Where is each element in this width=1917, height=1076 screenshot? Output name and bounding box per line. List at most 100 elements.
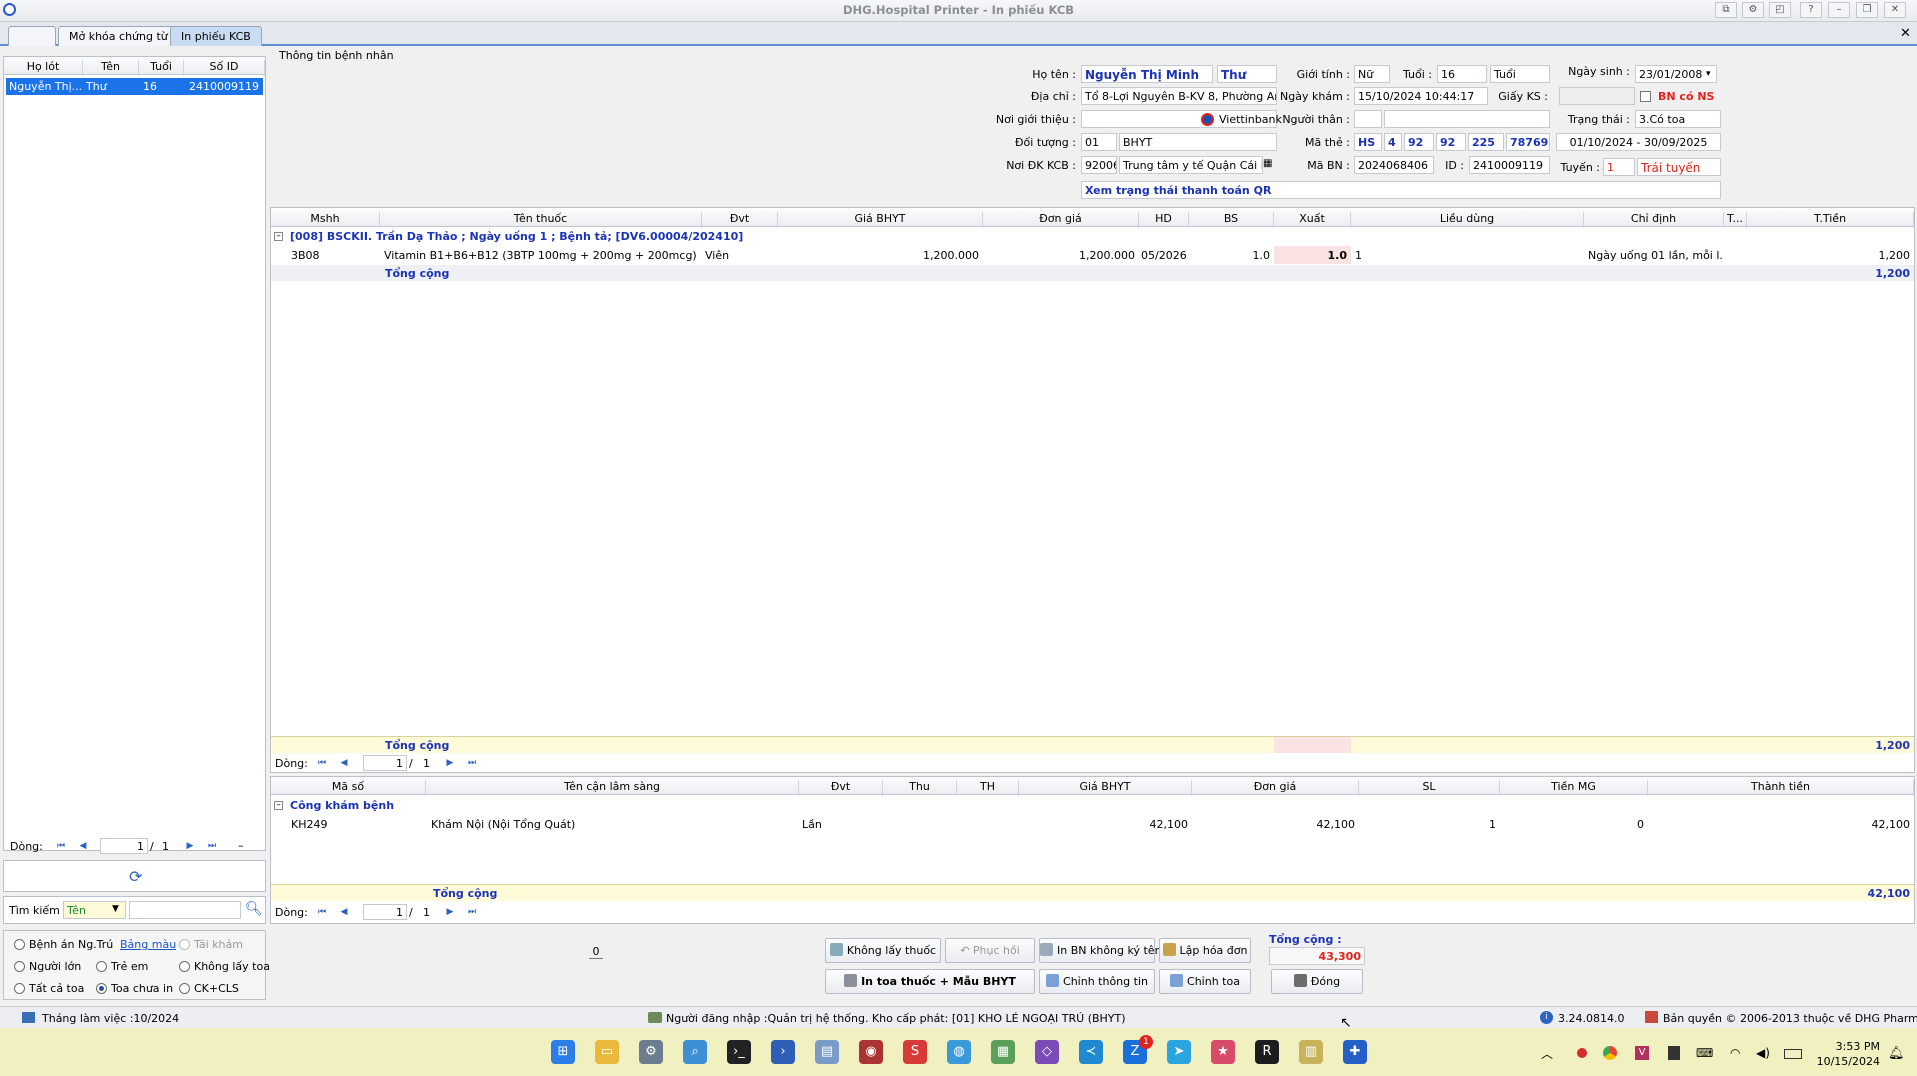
ma-the-2[interactable]: 4 xyxy=(1384,133,1402,151)
tuoi-field[interactable]: 16 xyxy=(1437,65,1487,83)
col-sl[interactable]: SL xyxy=(1359,780,1500,796)
giay-ks-field[interactable] xyxy=(1559,87,1635,105)
first-page-icon[interactable]: ⏮ xyxy=(54,840,68,853)
minimize-button[interactable]: – xyxy=(1828,2,1850,18)
chinh-toa-button[interactable]: Chỉnh toa xyxy=(1159,969,1251,994)
in-toa-button[interactable]: In toa thuốc + Mẫu BHYT xyxy=(825,969,1035,994)
magnifier-icon[interactable]: ⌕ xyxy=(683,1040,707,1064)
chinh-thong-tin-button[interactable]: Chỉnh thông tin xyxy=(1039,969,1155,994)
prev-page-icon[interactable]: ◀ xyxy=(337,757,351,770)
tab-in-phieu-kcb[interactable]: In phiếu KCB xyxy=(170,26,262,46)
filter-nguoi-lon[interactable]: Người lớn xyxy=(14,960,81,973)
ma-the-5[interactable]: 225 xyxy=(1468,133,1504,151)
first-page-icon[interactable]: ⏮ xyxy=(315,906,329,919)
doi-tuong-field[interactable]: BHYT xyxy=(1119,133,1277,151)
prev-page-icon[interactable]: ◀ xyxy=(337,906,351,919)
col-tien-mg[interactable]: Tiền MG xyxy=(1500,780,1648,796)
restore-button[interactable]: ❐ xyxy=(1856,2,1878,18)
start-icon[interactable]: ⊞ xyxy=(551,1040,575,1064)
page-input[interactable]: 1 xyxy=(363,904,407,920)
col-chi-dinh[interactable]: Chỉ định xyxy=(1584,212,1724,228)
col-don-gia[interactable]: Đơn giá xyxy=(983,212,1139,228)
tab-blank[interactable] xyxy=(8,26,56,46)
ma-the-3[interactable]: 92 xyxy=(1404,133,1434,151)
col-bs[interactable]: BS xyxy=(1189,212,1274,228)
tab-mo-khoa[interactable]: Mở khóa chứng từ xyxy=(58,26,179,46)
folder-icon[interactable]: ▭ xyxy=(595,1040,619,1064)
page-input[interactable]: 1 xyxy=(363,755,407,771)
ma-the-1[interactable]: HS xyxy=(1354,133,1382,151)
col-ten-cls[interactable]: Tên cận lâm sàng xyxy=(426,780,799,796)
tray-app-icon[interactable] xyxy=(1668,1046,1680,1060)
ma-the-6[interactable]: 78769 xyxy=(1506,133,1550,151)
lap-hoa-don-button[interactable]: Lập hóa đơn xyxy=(1159,938,1251,963)
help-button[interactable]: ? xyxy=(1800,2,1822,18)
in-bn-khong-ky-ten-button[interactable]: In BN không ký tên xyxy=(1039,938,1162,963)
ngay-kham-field[interactable]: 15/10/2024 10:44:17 xyxy=(1354,87,1488,105)
chevron-down-icon[interactable]: ▼ xyxy=(112,904,119,914)
last-page-icon[interactable]: ⏭ xyxy=(465,906,479,919)
col-ma-so[interactable]: Mã số xyxy=(271,780,426,796)
qr-status-link[interactable]: Xem trạng thái thanh toán QR xyxy=(1081,181,1721,199)
col-thanh-tien[interactable]: Thành tiền xyxy=(1648,780,1914,796)
col-ten-thuoc[interactable]: Tên thuốc xyxy=(380,212,702,228)
dia-chi-field[interactable]: Tổ 8-Lợi Nguyên B-KV 8, Phường An Bình xyxy=(1081,87,1277,105)
close-window-button[interactable]: ✕ xyxy=(1884,2,1906,18)
settings-icon[interactable]: ⚙ xyxy=(639,1040,663,1064)
archive-icon[interactable]: ▥ xyxy=(1299,1040,1323,1064)
noi-dk-ma-field[interactable]: 92006 xyxy=(1081,156,1117,174)
last-page-icon[interactable]: ⏭ xyxy=(205,840,219,853)
col-th[interactable]: TH xyxy=(957,780,1019,796)
collapse-group-icon[interactable]: – xyxy=(274,801,283,810)
tool-app-icon[interactable]: ◉ xyxy=(859,1040,883,1064)
dong-button[interactable]: Đóng xyxy=(1271,969,1363,994)
filter-tat-ca-toa[interactable]: Tất cả toa xyxy=(14,982,84,995)
id-field[interactable]: 2410009119 xyxy=(1469,156,1550,174)
col-lieu-dung[interactable]: Liều dùng xyxy=(1351,212,1584,228)
table-row[interactable]: 3B08 Vitamin B1+B6+B12 (3BTP 100mg + 200… xyxy=(271,246,1914,264)
nguoi-than-field[interactable] xyxy=(1384,110,1550,128)
grid-icon[interactable]: ▦ xyxy=(1263,158,1272,169)
viettinbank-label[interactable]: Viettinbank xyxy=(1219,113,1282,126)
ho-ten-field[interactable]: Nguyễn Thị Minh xyxy=(1081,65,1213,83)
table-row[interactable]: Nguyễn Thị... Thư 16 2410009119 xyxy=(6,78,263,95)
prev-page-icon[interactable]: ◀ xyxy=(76,840,90,853)
col-t-tien[interactable]: T.Tiền xyxy=(1747,212,1914,228)
window-tool-button-3[interactable]: ◰ xyxy=(1769,2,1791,18)
filter-benh-an[interactable]: Bệnh án Ng.Trú xyxy=(14,938,113,951)
col-mshh[interactable]: Mshh xyxy=(271,212,380,228)
bang-mau-link[interactable]: Bảng màu xyxy=(120,938,176,951)
tray-chevron-up-icon[interactable]: ︿ xyxy=(1541,1045,1553,1062)
filter-tai-kham[interactable]: Tái khám xyxy=(179,938,243,951)
last-page-icon[interactable]: ⏭ xyxy=(465,757,479,770)
wifi-icon[interactable]: ◠ xyxy=(1730,1046,1740,1060)
collapse-icon[interactable]: – xyxy=(238,839,244,852)
refresh-icon[interactable]: ⟳ xyxy=(129,867,142,886)
ma-bn-field[interactable]: 2024068406 xyxy=(1354,156,1434,174)
noi-dk-field[interactable]: Trung tâm y tế Quận Cái Răng xyxy=(1119,156,1263,174)
phuc-hoi-button[interactable]: ↶ Phục hồi xyxy=(945,938,1035,963)
nguoi-than-code-field[interactable] xyxy=(1354,110,1382,128)
ngay-sinh-field[interactable]: 23/01/2008 xyxy=(1635,65,1717,83)
col-t[interactable]: T... xyxy=(1724,212,1747,228)
bn-co-ns-checkbox[interactable] xyxy=(1640,91,1651,102)
battery-icon[interactable] xyxy=(1784,1049,1802,1059)
tuoi-unit-field[interactable]: Tuổi xyxy=(1490,65,1550,83)
page-input[interactable]: 1 xyxy=(100,838,148,854)
filter-khong-lay-toa[interactable]: Không lấy toa xyxy=(179,960,270,973)
col-hd[interactable]: HD xyxy=(1139,212,1189,228)
tuyen-field[interactable]: 1 xyxy=(1603,158,1635,176)
filter-tre-em[interactable]: Trẻ em xyxy=(96,960,148,973)
window-tool-button-2[interactable]: ⚙ xyxy=(1742,2,1764,18)
vscode-icon[interactable]: ≺ xyxy=(1079,1040,1103,1064)
col-dvt[interactable]: Đvt xyxy=(702,212,778,228)
clock-date[interactable]: 10/15/2024 xyxy=(1810,1055,1880,1068)
col-so-id[interactable]: Số ID xyxy=(184,60,265,76)
col-dvt[interactable]: Đvt xyxy=(799,780,883,796)
col-tuoi[interactable]: Tuổi xyxy=(139,60,184,76)
terminal-icon[interactable]: ›_ xyxy=(727,1040,751,1064)
close-tab-icon[interactable]: ✕ xyxy=(1900,26,1911,41)
browser-icon[interactable]: ◍ xyxy=(947,1040,971,1064)
col-thu[interactable]: Thu xyxy=(883,780,957,796)
volume-icon[interactable]: ◀) xyxy=(1756,1046,1770,1060)
